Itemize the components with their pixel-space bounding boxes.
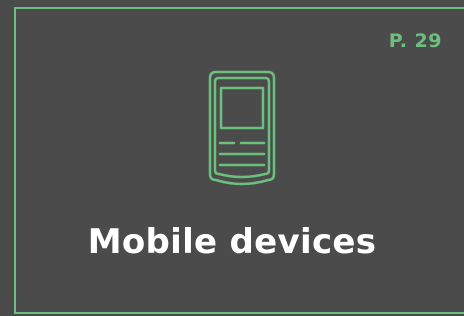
frame-top-border [14,7,464,9]
frame-left-border [14,7,16,313]
section-title: Mobile devices [87,222,377,262]
page-number: P. 29 [388,30,442,52]
frame-bottom-border [14,312,464,314]
mobile-device-icon [208,70,276,186]
section-card[interactable]: P. 29 Mobile devices [0,0,464,316]
